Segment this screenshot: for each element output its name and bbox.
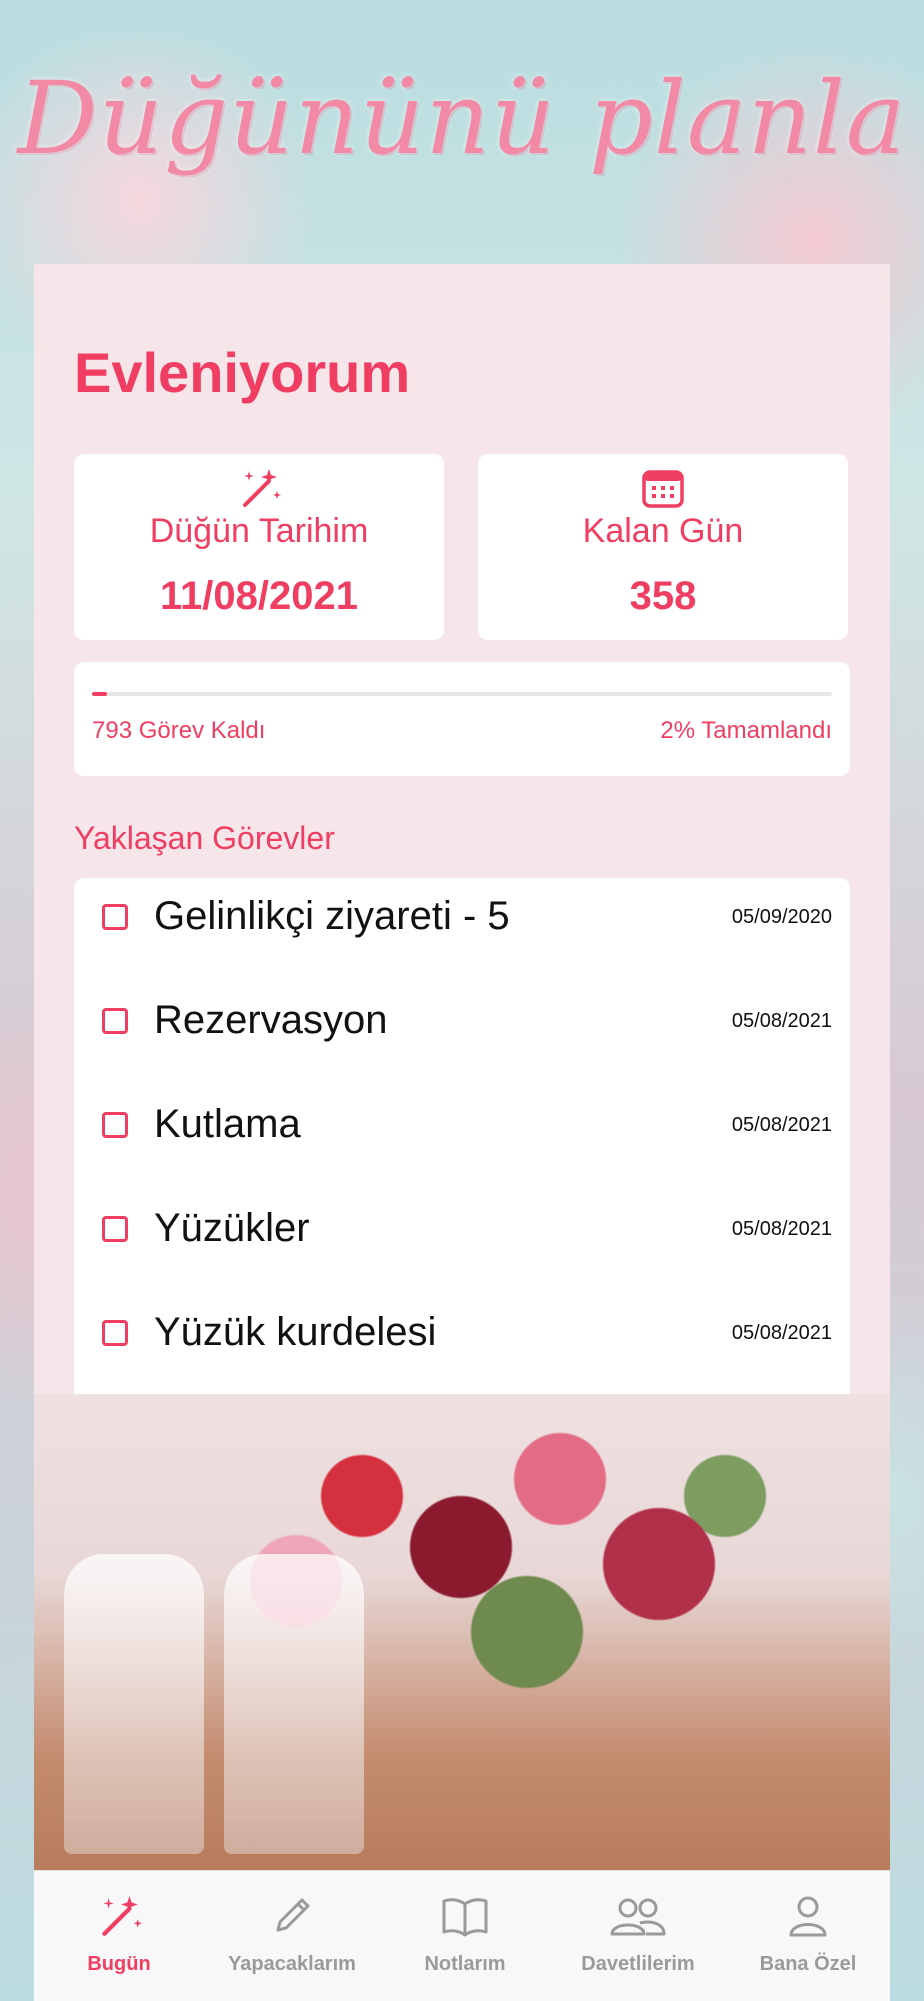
tab-label: Davetlilerim [581,1953,695,1975]
task-date: 05/09/2020 [731,906,832,928]
pencil-icon [204,1891,380,1941]
page-title: Evleniyorum [74,341,411,404]
progress-track [92,692,832,696]
app-headline: Düğününü planla [17,60,907,177]
task-row[interactable]: Yüzükler 05/08/2021 [74,1190,850,1294]
tasks-remaining-text: 793 Görev Kaldı [92,717,266,744]
task-title: Gelinlikçi ziyareti - 5 [154,894,510,938]
tab-label: Notlarım [424,1953,506,1975]
task-row[interactable]: Kutlama 05/08/2021 [74,1086,850,1190]
task-checkbox[interactable] [102,1320,128,1346]
upcoming-tasks-heading: Yaklaşan Görevler [74,820,335,856]
upcoming-tasks-list: Gelinlikçi ziyareti - 5 05/09/2020 Rezer… [74,878,850,1394]
wedding-date-card[interactable]: Düğün Tarihim 11/08/2021 [74,454,444,640]
tab-bar: Bugün Yapacaklarım Notlarım Davetlilerim… [34,1870,890,2001]
completion-percent-text: 2% Tamamlandı [660,717,832,744]
task-title: Rezervasyon [154,998,388,1042]
task-date: 05/08/2021 [731,1218,832,1240]
progress-card: 793 Görev Kaldı 2% Tamamlandı [74,662,850,776]
tab-label: Bana Özel [759,1953,857,1975]
magic-wand-icon [74,462,444,514]
tab-label: Yapacaklarım [228,1953,356,1975]
task-row[interactable]: Rezervasyon 05/08/2021 [74,982,850,1086]
tab-todos[interactable]: Yapacaklarım [204,1871,380,2001]
tab-today[interactable]: Bugün [34,1871,204,2001]
days-left-value: 358 [629,574,697,618]
task-title: Kutlama [154,1102,301,1146]
book-icon [380,1891,550,1941]
task-date: 05/08/2021 [731,1114,832,1136]
task-date: 05/08/2021 [731,1010,832,1032]
magic-wand-icon [34,1891,204,1941]
task-checkbox[interactable] [102,904,128,930]
wine-glass-image [64,1554,204,1854]
task-date: 05/08/2021 [731,1322,832,1344]
task-row[interactable]: Yüzük kurdelesi 05/08/2021 [74,1294,850,1398]
task-title: Yüzük kurdelesi [154,1310,437,1354]
wedding-date-label: Düğün Tarihim [149,512,369,550]
days-left-card[interactable]: Kalan Gün 358 [478,454,848,640]
person-icon [726,1891,890,1941]
task-row[interactable]: Gelinlikçi ziyareti - 5 05/09/2020 [74,878,850,982]
tab-label: Bugün [87,1953,151,1975]
calendar-icon [478,462,848,514]
tab-notes[interactable]: Notlarım [380,1871,550,2001]
tab-guests[interactable]: Davetlilerim [550,1871,726,2001]
progress-fill [92,692,107,696]
task-checkbox[interactable] [102,1216,128,1242]
task-checkbox[interactable] [102,1112,128,1138]
people-icon [550,1891,726,1941]
wine-glass-image [224,1554,364,1854]
days-left-label: Kalan Gün [582,512,744,550]
task-checkbox[interactable] [102,1008,128,1034]
task-title: Yüzükler [154,1206,310,1250]
tab-profile[interactable]: Bana Özel [726,1871,890,2001]
wedding-date-value: 11/08/2021 [160,574,358,618]
